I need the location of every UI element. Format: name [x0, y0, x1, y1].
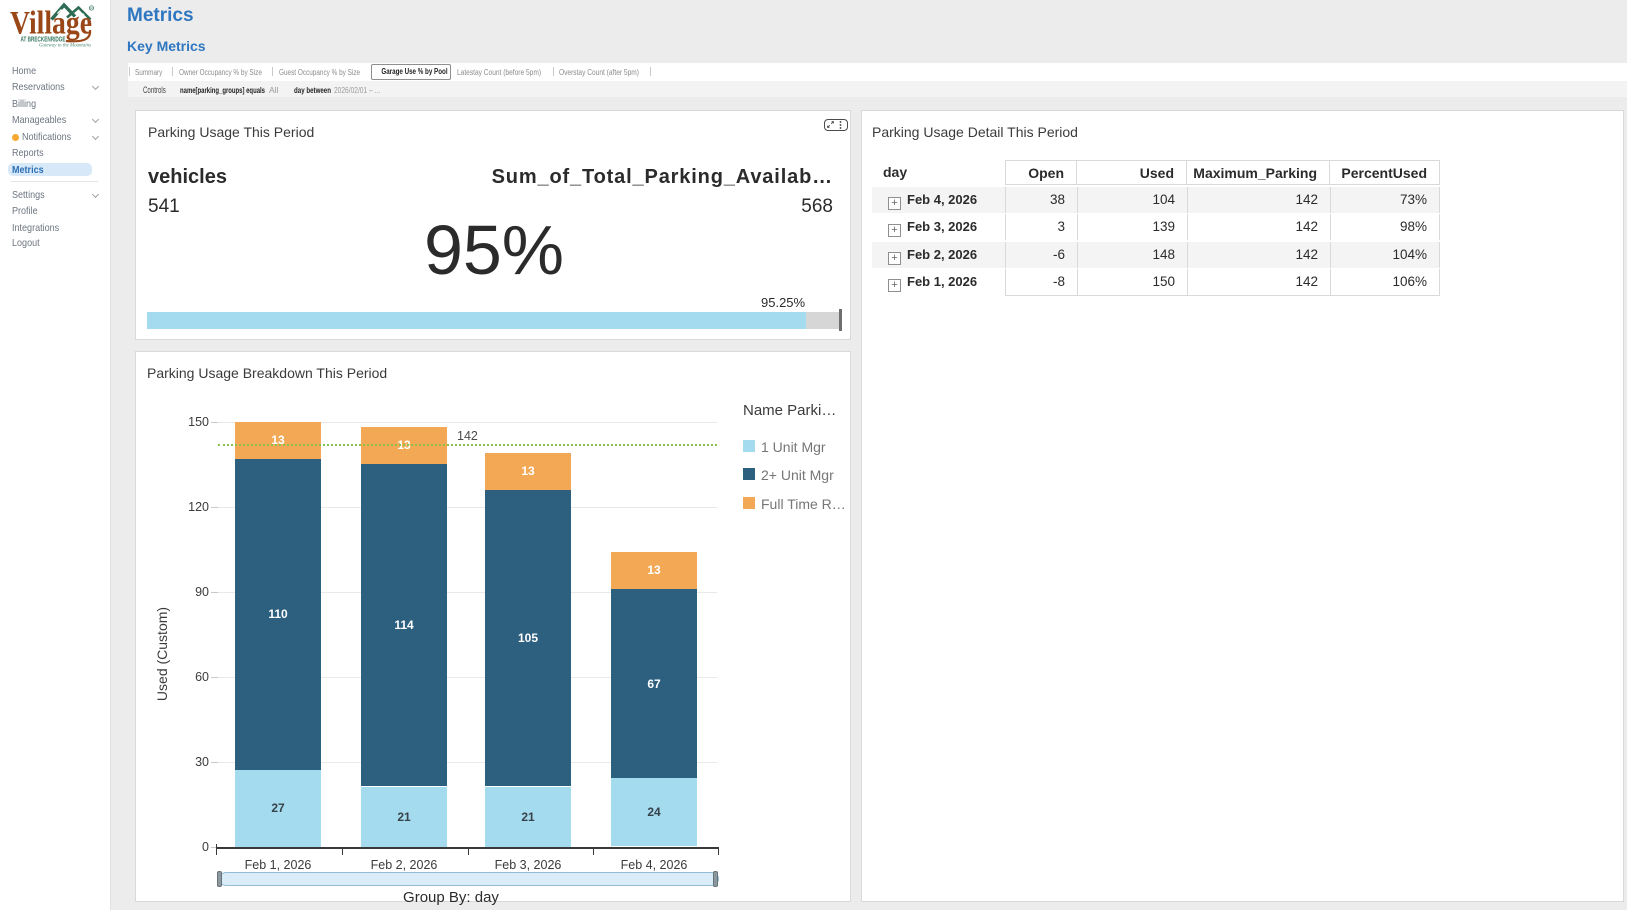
svg-text:AT BRECKENRIDGE: AT BRECKENRIDGE [21, 35, 66, 44]
svg-text:Gateway to the Mountains: Gateway to the Mountains [39, 44, 91, 49]
